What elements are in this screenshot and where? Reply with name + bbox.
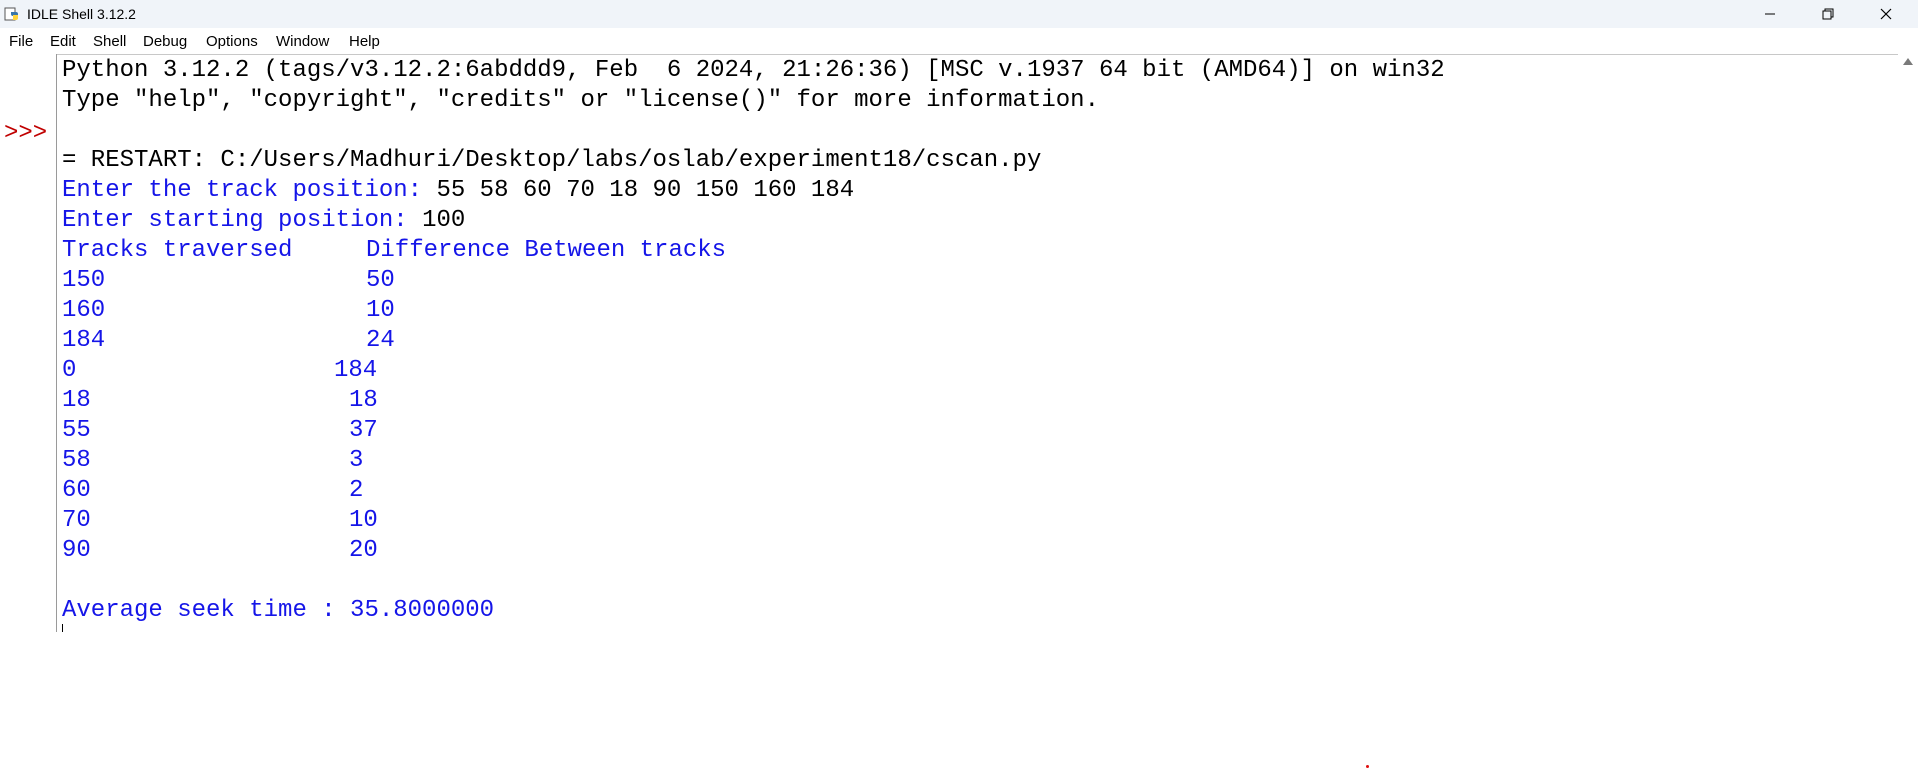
row-track: 55 [62,417,91,444]
close-icon [1880,8,1892,20]
start-prompt: Enter starting position: [62,207,423,234]
menu-options[interactable]: Options [206,33,258,50]
restore-icon [1822,8,1834,20]
editor-top-border [56,54,1898,55]
restore-button[interactable] [1799,0,1857,28]
menu-edit[interactable]: Edit [50,33,76,50]
row-diff: 20 [349,537,378,564]
banner-line-1: Python 3.12.2 (tags/v3.12.2:6abddd9, Feb… [62,57,1445,84]
title-bar: IDLE Shell 3.12.2 [0,0,1918,28]
row-diff: 184 [334,357,378,384]
menu-file[interactable]: File [9,33,33,50]
shell-text-area[interactable]: Python 3.12.2 (tags/v3.12.2:6abddd9, Feb… [62,56,1892,632]
track-input-line: Enter the track position: 55 58 60 70 18… [62,176,854,206]
row-track: 90 [62,537,91,564]
row-diff: 2 [349,477,364,504]
row-diff: 10 [366,297,395,324]
menu-window[interactable]: Window [276,33,329,50]
row-track: 150 [62,267,106,294]
restart-line: = RESTART: C:/Users/Madhuri/Desktop/labs… [62,147,1042,174]
scroll-up-icon[interactable] [1903,58,1913,65]
start-input-line: Enter starting position: 100 [62,206,465,236]
row-track: 70 [62,507,91,534]
menu-bar: File Edit Shell Debug Options Window Hel… [0,28,1918,54]
row-diff: 50 [366,267,395,294]
blank-area [0,632,1918,771]
row-diff: 18 [349,387,378,414]
menu-help[interactable]: Help [349,33,380,50]
window-title: IDLE Shell 3.12.2 [27,6,136,22]
vertical-scrollbar[interactable] [1898,54,1918,632]
sidebar-divider [56,54,57,632]
table-header-col1: Tracks traversed [62,237,293,264]
track-input: 55 58 60 70 18 90 150 160 184 [436,177,855,204]
minimize-icon [1765,13,1775,15]
row-track: 58 [62,447,91,474]
minimize-button[interactable] [1741,0,1799,28]
track-prompt: Enter the track position: [62,177,437,204]
text-cursor [62,624,63,632]
row-track: 60 [62,477,91,504]
banner-line-2: Type "help", "copyright", "credits" or "… [62,87,1099,114]
row-diff: 10 [349,507,378,534]
python-idle-icon [4,7,18,21]
row-track: 18 [62,387,91,414]
row-diff: 24 [366,327,395,354]
row-track: 184 [62,327,106,354]
row-track: 0 [62,357,77,384]
average-seek-time: Average seek time : 35.8000000 [62,597,495,624]
row-diff: 37 [349,417,378,444]
shell-prompt: >>> [4,120,48,147]
menu-debug[interactable]: Debug [143,33,187,50]
red-dot-marker [1366,765,1369,768]
close-button[interactable] [1857,0,1915,28]
table-header-col2: Difference Between tracks [366,237,727,264]
menu-shell[interactable]: Shell [93,33,126,50]
row-diff: 3 [349,447,364,474]
start-input: 100 [422,207,466,234]
row-track: 160 [62,297,106,324]
